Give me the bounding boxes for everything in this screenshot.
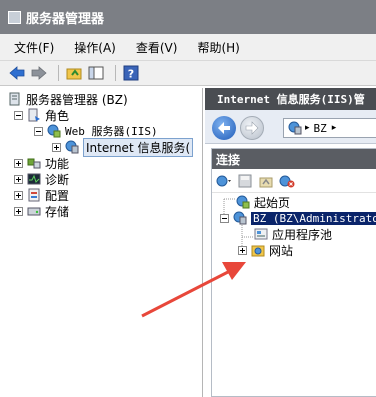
annotation-arrow: [141, 262, 246, 318]
